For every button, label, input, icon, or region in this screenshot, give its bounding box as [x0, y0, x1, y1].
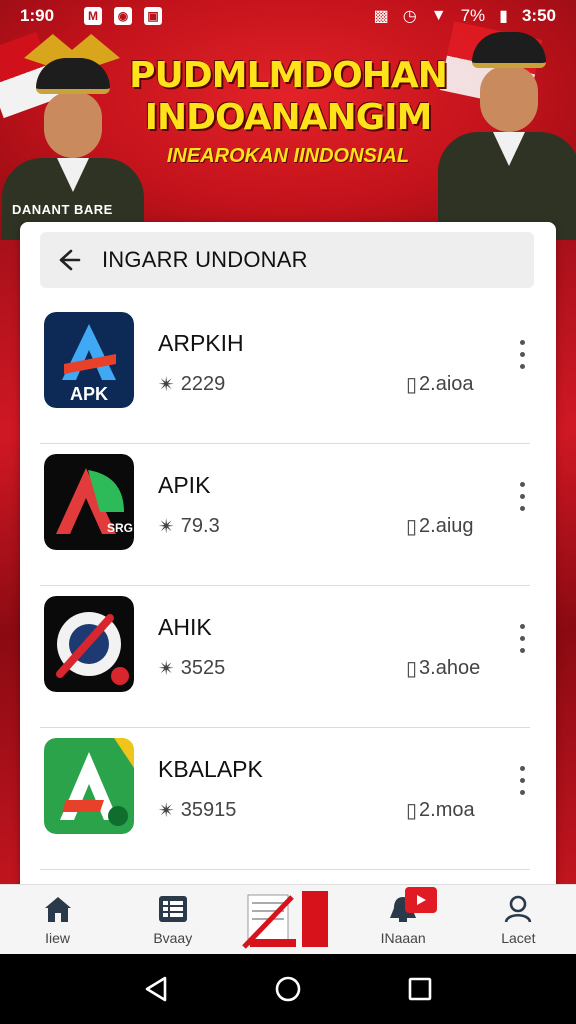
notification-app-icon: ◉ [114, 7, 133, 25]
app-rating: ✴ 2229 [158, 372, 225, 397]
recents-button[interactable] [400, 969, 440, 1009]
nav-label: INaaan [380, 929, 426, 946]
file-icon: ▯ [406, 800, 418, 822]
rating-value: 35915 [180, 799, 237, 821]
svg-text:APK: APK [70, 384, 108, 404]
size-value: 3.ahoe [419, 657, 481, 679]
nav-label: Lacet [501, 929, 536, 946]
file-icon: ▯ [406, 516, 418, 538]
home-circle-icon [275, 976, 301, 1002]
nav-promo[interactable] [238, 885, 338, 955]
star-icon: ✴ [158, 516, 175, 538]
size-value: 2.moa [419, 799, 475, 821]
nav-label: Iiew [45, 929, 71, 946]
file-icon: ▯ [406, 374, 418, 396]
status-time: 1:90 [20, 6, 55, 25]
app-rating: ✴ 3525 [158, 656, 225, 681]
banner-title-line2: INDOANANGIM [144, 97, 433, 138]
list-item[interactable]: AHIK ✴ 3525 ▯ 3.ahoe [20, 586, 556, 728]
home-icon [44, 896, 71, 922]
size-value: 2.aiug [419, 515, 474, 537]
app-rating: ✴ 79.3 [158, 514, 220, 539]
svg-text:SRG: SRG [107, 521, 133, 535]
size-value: 2.aioa [419, 373, 474, 395]
play-badge-icon [405, 886, 438, 913]
header-title: INGARR UNDONAR [102, 247, 308, 272]
more-options-icon[interactable] [512, 336, 532, 372]
app-size: ▯ 3.ahoe [406, 656, 480, 681]
back-triangle-icon [145, 976, 167, 1002]
bottom-navigation: Iiew Bvaay INaaan Lacet [0, 884, 576, 954]
star-icon: ✴ [158, 374, 175, 396]
star-icon: ✴ [158, 800, 175, 822]
app-name: ARPKIH [158, 330, 244, 356]
list-item[interactable]: KBALAPK ✴ 35915 ▯ 2.moa [20, 728, 556, 870]
vibrate-icon: ▩ [373, 8, 389, 25]
rating-value: 3525 [180, 657, 226, 679]
soldier-caption: DANANT BARE [12, 202, 113, 217]
star-icon: ✴ [158, 658, 175, 680]
rating-value: 79.3 [180, 515, 220, 537]
notification-image-icon: ▣ [144, 7, 163, 25]
alarm-icon: ◷ [402, 8, 417, 25]
user-icon [505, 895, 532, 922]
nav-label: Bvaay [153, 929, 193, 946]
banner-subtitle: INEAROKAN IINDONSIAL [166, 145, 410, 167]
app-name: KBALAPK [158, 756, 263, 782]
promo-icon [242, 890, 328, 949]
notification-m-icon: M [84, 7, 103, 25]
app-rating: ✴ 35915 [158, 798, 236, 823]
app-size: ▯ 2.aioa [406, 372, 474, 397]
divider [40, 869, 530, 870]
apk-round-icon [44, 596, 134, 692]
apk-blue-icon: APK [44, 312, 134, 408]
nav-notifications[interactable]: INaaan [353, 885, 453, 955]
battery-percent: 7% [460, 6, 486, 25]
more-options-icon[interactable] [512, 478, 532, 514]
home-button[interactable] [268, 969, 308, 1009]
battery-icon: ▮ [499, 8, 508, 25]
apk-green-gold-icon [44, 738, 134, 834]
app-name: AHIK [158, 614, 212, 640]
rating-value: 2229 [180, 373, 226, 395]
promo-banner: PUDMLMDOHAN INDOANANGIM INEAROKAN IINDON… [0, 0, 576, 240]
back-arrow-icon[interactable] [50, 242, 86, 278]
app-name: APIK [158, 472, 211, 498]
apk-green-black-icon: SRG [44, 454, 134, 550]
app-list-card: INGARR UNDONAR APK ARPKIH ✴ 2229 ▯ 2.aio… [20, 222, 556, 892]
list-icon [158, 895, 187, 922]
status-bar: 1:90 M ◉ ▣ ▩ ◷ ▼ 7% ▮ 3:50 [0, 0, 576, 32]
wifi-icon: ▼ [430, 7, 447, 24]
back-button[interactable] [136, 969, 176, 1009]
list-item[interactable]: APK ARPKIH ✴ 2229 ▯ 2.aioa [20, 302, 556, 444]
more-options-icon[interactable] [512, 762, 532, 798]
search-header: INGARR UNDONAR [40, 232, 534, 288]
app-list: APK ARPKIH ✴ 2229 ▯ 2.aioa SRG APIK ✴ 79… [20, 302, 556, 870]
more-options-icon[interactable] [512, 620, 532, 656]
app-size: ▯ 2.moa [406, 798, 475, 823]
app-size: ▯ 2.aiug [406, 514, 474, 539]
list-item[interactable]: SRG APIK ✴ 79.3 ▯ 2.aiug [20, 444, 556, 586]
file-icon: ▯ [406, 658, 418, 680]
recents-square-icon [408, 977, 432, 1001]
nav-account[interactable]: Lacet [468, 885, 568, 955]
nav-home[interactable]: Iiew [8, 885, 108, 955]
nav-list[interactable]: Bvaay [123, 885, 223, 955]
status-clock-right: 3:50 [521, 6, 556, 25]
system-navigation-bar [0, 954, 576, 1024]
banner-title: PUDMLMDOHAN INDOANANGIM INEAROKAN IINDON… [118, 55, 458, 168]
banner-title-line1: PUDMLMDOHAN [129, 55, 448, 96]
